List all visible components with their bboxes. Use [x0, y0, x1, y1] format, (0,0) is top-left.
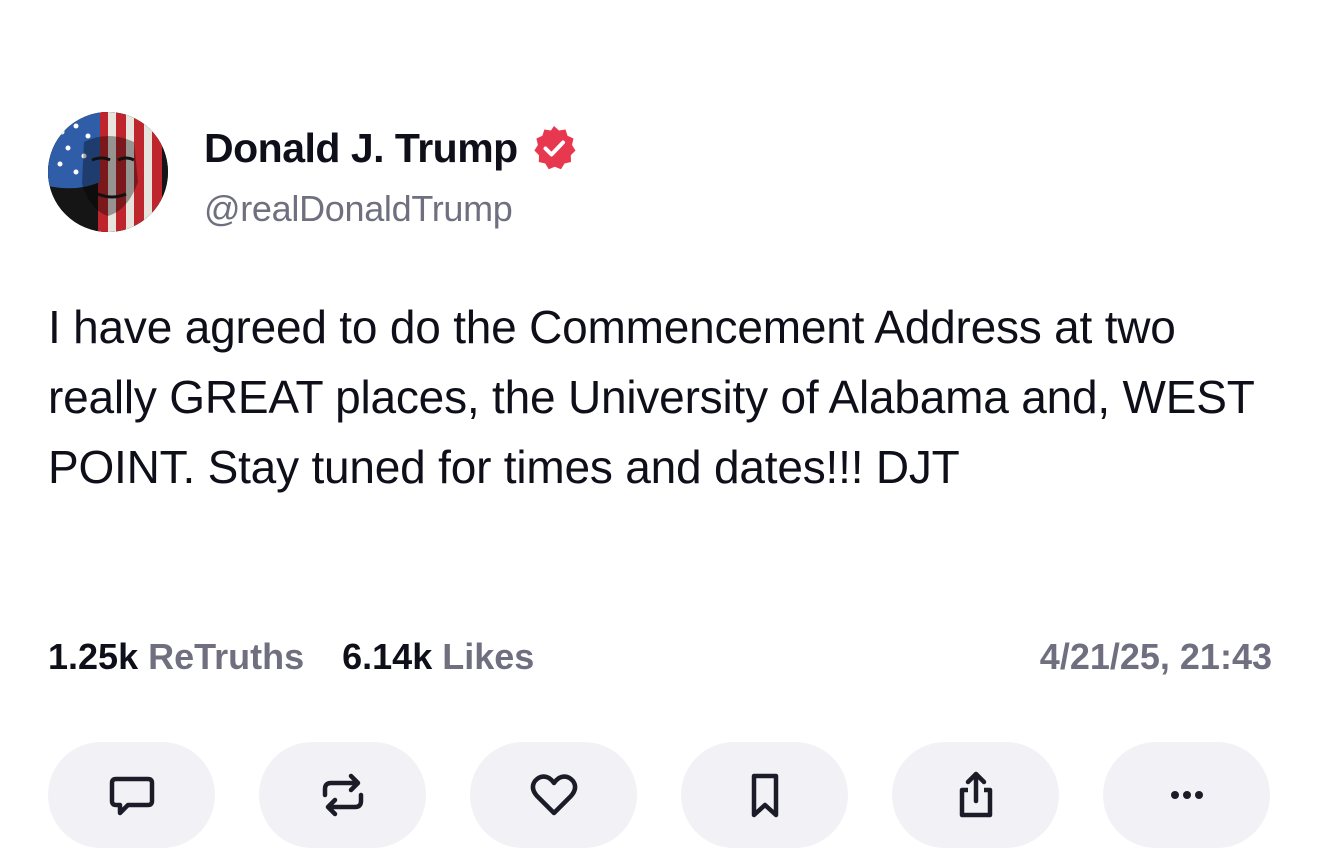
post-text: I have agreed to do the Commencement Add… [48, 301, 1254, 493]
retruths-count: 1.25k [48, 636, 139, 677]
like-icon [530, 774, 577, 816]
bookmark-button[interactable] [681, 742, 848, 848]
verified-badge-icon [534, 126, 576, 170]
share-icon [959, 771, 992, 818]
like-button[interactable] [470, 742, 637, 848]
author-display-name[interactable]: Donald J. Trump [204, 125, 518, 172]
share-button[interactable] [892, 742, 1059, 848]
likes-stat[interactable]: 6.14k Likes [342, 636, 534, 678]
avatar[interactable] [48, 112, 168, 232]
likes-label: Likes [442, 636, 535, 677]
retruths-label: ReTruths [148, 636, 305, 677]
action-bar [48, 742, 1270, 848]
bookmark-icon [751, 773, 778, 818]
likes-count: 6.14k [342, 636, 433, 677]
author-handle[interactable]: @realDonaldTrump [204, 188, 513, 230]
reply-button[interactable] [48, 742, 215, 848]
more-button[interactable] [1103, 742, 1270, 848]
retruths-stat[interactable]: 1.25k ReTruths [48, 636, 304, 678]
more-icon [1170, 791, 1203, 799]
post-stats: 1.25k ReTruths 6.14k Likes [48, 636, 534, 678]
retruth-button[interactable] [259, 742, 426, 848]
post-timestamp: 4/21/25, 21:43 [1039, 636, 1272, 677]
avatar-flag-portrait [48, 112, 168, 232]
author-name-row: Donald J. Trump [204, 124, 578, 172]
retruth-icon [322, 773, 363, 817]
reply-icon [109, 776, 154, 816]
